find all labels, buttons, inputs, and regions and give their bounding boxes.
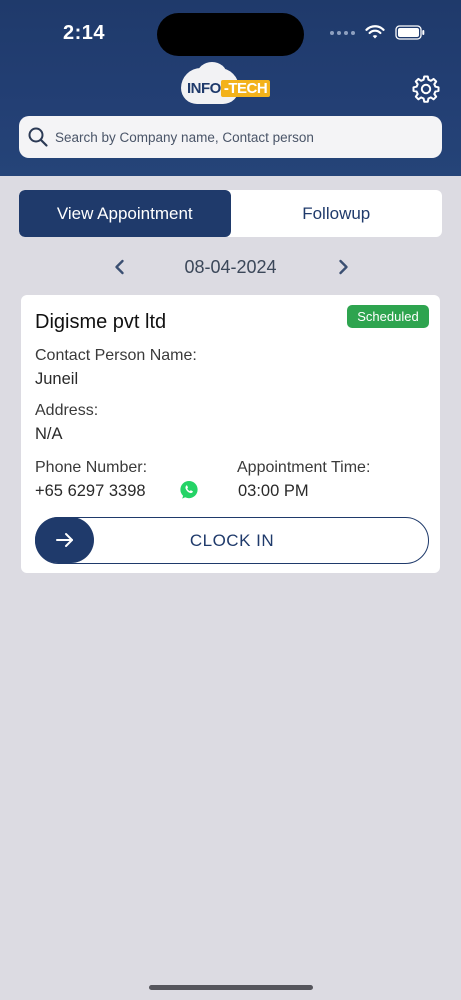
status-icons	[330, 25, 425, 40]
clock-in-slider[interactable]: CLOCK IN	[35, 517, 429, 564]
clock-in-handle[interactable]	[35, 517, 94, 563]
address-value: N/A	[35, 425, 63, 443]
gear-icon[interactable]	[410, 73, 442, 105]
phone-label: Phone Number:	[35, 459, 148, 476]
status-time: 2:14	[63, 22, 106, 44]
appointment-time-label: Appointment Time:	[237, 459, 371, 476]
chevron-right-icon[interactable]	[334, 258, 352, 276]
signal-icon	[330, 30, 355, 35]
app-header: 2:14 INFO -TECH	[0, 0, 461, 176]
tab-view-appointment[interactable]: View Appointment	[19, 190, 231, 237]
arrow-right-icon	[55, 533, 73, 547]
logo-text-info: INFO	[187, 80, 221, 97]
appointment-time-value: 03:00 PM	[238, 482, 309, 500]
address-label: Address:	[35, 402, 99, 419]
whatsapp-icon[interactable]	[179, 480, 199, 500]
search-icon	[28, 127, 48, 147]
search-bar[interactable]	[19, 116, 442, 158]
tab-followup[interactable]: Followup	[231, 190, 443, 237]
info-tech-logo: INFO -TECH	[181, 62, 281, 106]
clock-in-label: CLOCK IN	[189, 530, 275, 550]
logo-text-tech: -TECH	[220, 80, 271, 97]
contact-person-label: Contact Person Name:	[35, 347, 197, 364]
selected-date: 08-04-2024	[184, 257, 277, 277]
wifi-icon	[365, 25, 385, 39]
dynamic-island	[157, 13, 304, 56]
tab-bar: View Appointment Followup	[19, 190, 442, 237]
date-navigator: 08-04-2024	[0, 252, 461, 282]
search-input[interactable]	[55, 129, 415, 145]
home-indicator	[149, 985, 313, 990]
phone-value[interactable]: +65 6297 3398	[35, 482, 146, 501]
contact-person-value: Juneil	[35, 370, 79, 388]
company-name: Digisme pvt ltd	[35, 311, 167, 333]
status-badge: Scheduled	[347, 305, 429, 328]
appointment-card[interactable]: Digisme pvt ltd Scheduled Contact Person…	[21, 295, 440, 573]
battery-icon	[395, 25, 425, 40]
